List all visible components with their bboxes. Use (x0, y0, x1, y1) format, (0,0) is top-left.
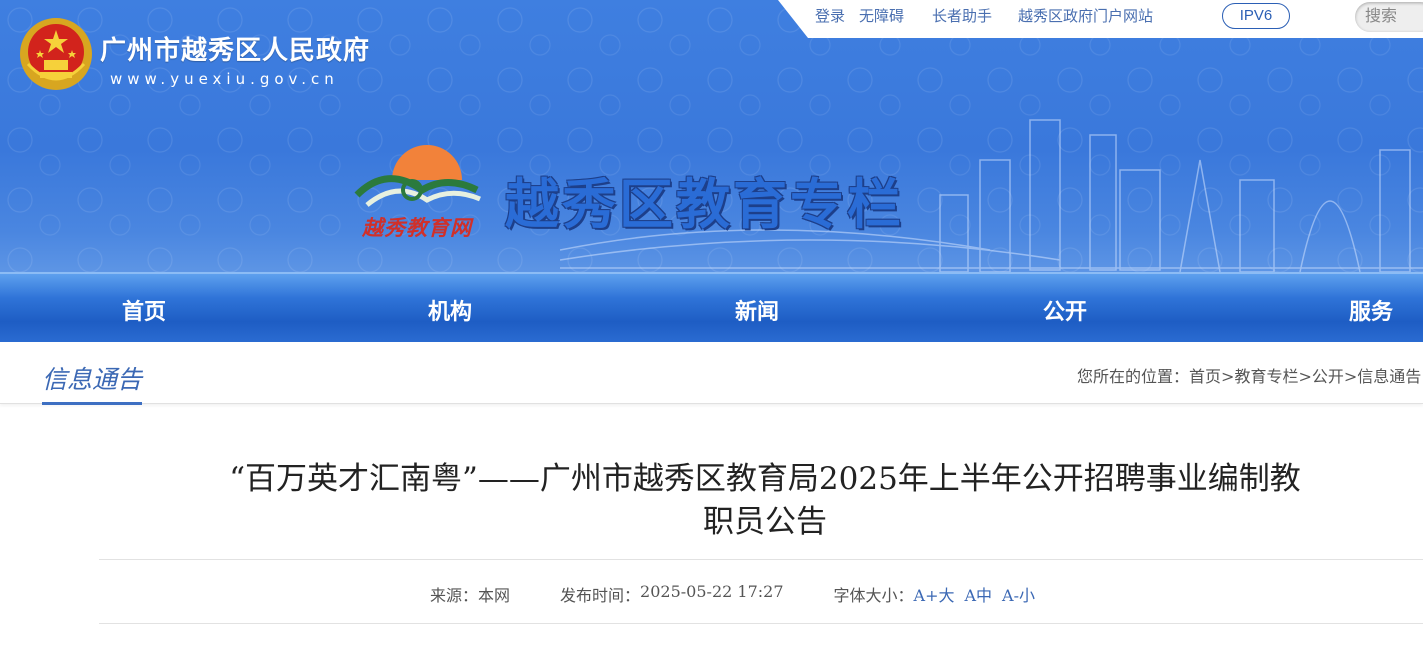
article-meta: 来源： 本网 发布时间： 2025-05-22 17:27 字体大小： A+大 … (430, 582, 1045, 606)
header-banner: 登录 无障碍 长者助手 越秀区政府门户网站 IPV6 搜索 广州市越秀区人民政府… (0, 0, 1423, 272)
article-title-line1: “百万英才汇南粤”——广州市越秀区教育局2025年上半年公开招聘事业编制教 (229, 461, 1301, 497)
nav-item-news[interactable]: 新闻 (735, 294, 779, 326)
article-title: “百万英才汇南粤”——广州市越秀区教育局2025年上半年公开招聘事业编制教 职员… (115, 458, 1415, 544)
divider (99, 623, 1423, 624)
font-large-button[interactable]: A+大 (914, 582, 955, 606)
main-nav: 首页 机构 新闻 公开 服务 (0, 272, 1423, 342)
ipv6-badge[interactable]: IPV6 (1222, 3, 1290, 29)
breadcrumb-notices[interactable]: 信息通告 (1357, 367, 1421, 386)
breadcrumb: 您所在的位置：首页>教育专栏>公开>信息通告 (1077, 367, 1422, 386)
breadcrumb-edu-column[interactable]: 教育专栏 (1234, 367, 1298, 386)
column-title: 越秀区教育专栏 (505, 173, 904, 236)
gov-url: www.yuexiu.gov.cn (110, 70, 339, 88)
nav-item-home[interactable]: 首页 (122, 294, 166, 326)
source-value: 本网 (478, 586, 511, 605)
divider (99, 559, 1423, 560)
section-title: 信息通告 (42, 360, 143, 405)
section-header: 信息通告 您所在的位置：首页>教育专栏>公开>信息通告 (0, 342, 1423, 405)
article-title-line2: 职员公告 (703, 504, 827, 540)
breadcrumb-prefix: 您所在的位置： (1077, 367, 1190, 386)
font-small-button[interactable]: A-小 (1002, 582, 1035, 606)
login-link[interactable]: 登录 (815, 5, 845, 26)
search-input[interactable]: 搜索 (1355, 2, 1423, 32)
nav-item-open[interactable]: 公开 (1043, 294, 1087, 326)
breadcrumb-home[interactable]: 首页 (1189, 367, 1221, 386)
font-medium-button[interactable]: A中 (964, 582, 992, 606)
nav-item-institutions[interactable]: 机构 (428, 294, 472, 326)
elder-assist-link[interactable]: 长者助手 (932, 5, 992, 26)
gov-title: 广州市越秀区人民政府 (100, 36, 371, 66)
font-size-label: 字体大小： (833, 586, 914, 605)
nav-item-services[interactable]: 服务 (1349, 294, 1393, 326)
publish-label: 发布时间： (560, 586, 641, 605)
breadcrumb-open[interactable]: 公开 (1312, 367, 1344, 386)
portal-link[interactable]: 越秀区政府门户网站 (1018, 5, 1153, 26)
publish-value: 2025-05-22 17:27 (640, 582, 784, 601)
national-emblem-icon (20, 18, 92, 90)
accessibility-link[interactable]: 无障碍 (859, 5, 904, 26)
source-label: 来源： (430, 586, 479, 605)
edu-logo-text: 越秀教育网 (362, 215, 472, 240)
top-links: 登录 无障碍 长者助手 越秀区政府门户网站 (815, 5, 1167, 26)
